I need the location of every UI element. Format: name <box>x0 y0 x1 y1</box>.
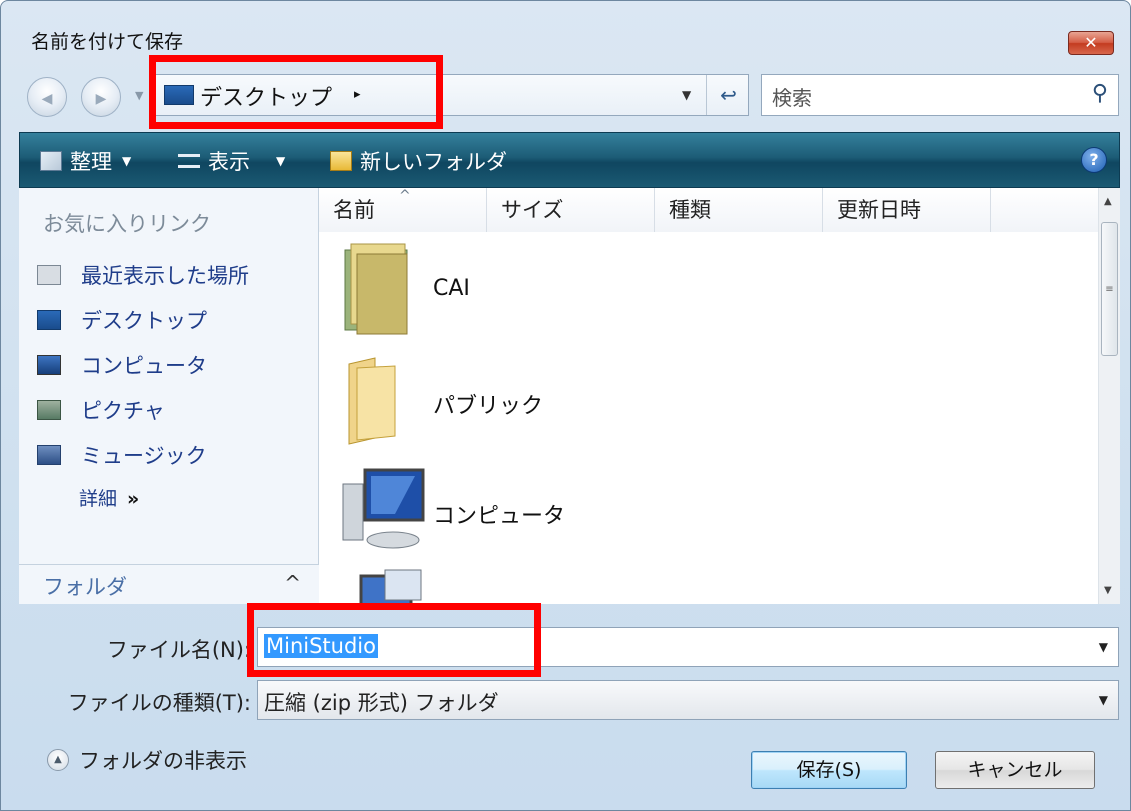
address-dropdown-icon[interactable]: ▼ <box>682 88 691 102</box>
forward-arrow-icon: ▶ <box>95 91 107 107</box>
folders-toggle[interactable]: フォルダ ^ <box>19 564 319 604</box>
sidebar-item-label: コンピュータ <box>81 354 207 378</box>
file-name: パブリック <box>433 394 544 419</box>
search-icon[interactable]: ⚲ <box>1092 81 1108 106</box>
filetype-value: 圧縮 (zip 形式) フォルダ <box>264 691 499 715</box>
refresh-button[interactable]: ↩ <box>706 75 750 115</box>
command-bar: 整理 ▼ 表示 ▼ 新しいフォルダ ? <box>19 132 1120 188</box>
collapse-up-icon: ▲ <box>47 749 69 771</box>
vertical-scrollbar[interactable]: ▲ ≡ ▼ <box>1098 188 1120 604</box>
forward-button[interactable]: ▶ <box>81 77 121 117</box>
sidebar-item-pictures[interactable]: ピクチャ <box>37 393 165 427</box>
cancel-button[interactable]: キャンセル <box>935 751 1095 789</box>
chevron-up-icon: ^ <box>284 571 301 595</box>
view-menu[interactable]: 表示 ▼ <box>178 146 285 176</box>
file-name: CAI <box>433 276 470 301</box>
column-header-name[interactable]: 名前 ^ <box>319 188 487 232</box>
scrollbar-thumb[interactable]: ≡ <box>1101 222 1118 356</box>
sidebar-item-desktop[interactable]: デスクトップ <box>37 303 207 337</box>
help-icon[interactable]: ? <box>1081 147 1107 173</box>
file-list: 名前 ^ サイズ 種類 更新日時 CAI パブリック コンピュータ ▲ ≡ ▼ <box>319 188 1120 604</box>
organize-icon <box>40 151 62 171</box>
highlight-box-filename <box>247 603 541 677</box>
highlight-box-address <box>149 55 443 129</box>
column-header-blank <box>991 188 1098 232</box>
column-header-label: 名前 <box>333 198 375 222</box>
search-input[interactable]: 検索 <box>772 82 812 111</box>
recent-places-icon <box>37 265 61 285</box>
window-title: 名前を付けて保存 <box>31 31 184 53</box>
sidebar-item-computer[interactable]: コンピュータ <box>37 348 207 382</box>
search-box[interactable]: 検索 ⚲ <box>761 74 1119 116</box>
more-links[interactable]: 詳細 » <box>79 484 139 511</box>
title-bar: 名前を付けて保存 ✕ <box>1 1 1130 63</box>
pictures-icon <box>37 400 61 420</box>
save-button[interactable]: 保存(S) <box>751 751 907 789</box>
new-folder-icon <box>330 151 352 171</box>
sort-arrow-icon: ^ <box>399 188 411 204</box>
sidebar-item-label: 最近表示した場所 <box>81 264 249 288</box>
view-icon <box>178 154 200 168</box>
favorite-links-header: お気に入りリンク <box>43 212 211 236</box>
sidebar-item-label: デスクトップ <box>81 309 207 333</box>
network-icon <box>359 569 422 604</box>
music-icon <box>37 445 61 465</box>
close-button[interactable]: ✕ <box>1068 31 1114 55</box>
list-item[interactable] <box>329 566 1089 604</box>
list-item[interactable]: パブリック <box>329 348 1089 458</box>
folder-icon <box>344 243 408 335</box>
column-header-size[interactable]: サイズ <box>487 188 655 232</box>
organize-menu[interactable]: 整理 ▼ <box>40 146 131 176</box>
chevron-down-icon[interactable]: ▼ <box>1099 693 1108 707</box>
desktop-icon <box>37 310 61 330</box>
file-name: コンピュータ <box>433 504 566 529</box>
new-folder-label: 新しいフォルダ <box>360 150 507 174</box>
recent-pages-dropdown[interactable]: ▼ <box>135 89 143 102</box>
organize-label: 整理 <box>70 150 112 174</box>
hide-folders-label: フォルダの非表示 <box>79 749 247 773</box>
more-label: 詳細 <box>79 488 118 510</box>
double-chevron-icon: » <box>127 488 140 510</box>
new-folder-button[interactable]: 新しいフォルダ <box>330 146 507 176</box>
sidebar-item-label: ミュージック <box>81 444 207 468</box>
view-label: 表示 <box>208 150 250 174</box>
save-as-dialog: 名前を付けて保存 ✕ ◀ ▶ ▼ デスクトップ ▸ ▼ ↩ 検索 ⚲ 整理 ▼ … <box>0 0 1131 811</box>
filetype-select[interactable]: 圧縮 (zip 形式) フォルダ ▼ <box>257 680 1119 720</box>
computer-icon <box>37 355 61 375</box>
folders-label: フォルダ <box>43 575 127 599</box>
scroll-down-icon[interactable]: ▼ <box>1104 585 1112 596</box>
sidebar-item-music[interactable]: ミュージック <box>37 438 207 472</box>
scroll-up-icon[interactable]: ▲ <box>1104 196 1112 207</box>
folder-icon <box>348 357 396 445</box>
chevron-down-icon: ▼ <box>122 154 132 168</box>
chevron-down-icon: ▼ <box>276 154 286 168</box>
filename-label: ファイル名(N): <box>106 638 251 662</box>
hide-folders-toggle[interactable]: ▲ フォルダの非表示 <box>47 745 247 775</box>
back-button[interactable]: ◀ <box>27 77 67 117</box>
column-header-type[interactable]: 種類 <box>655 188 823 232</box>
computer-icon <box>342 468 425 549</box>
back-arrow-icon: ◀ <box>41 91 53 107</box>
list-item[interactable]: CAI <box>329 240 1089 350</box>
navigation-pane: お気に入りリンク 最近表示した場所 デスクトップ コンピュータ ピクチャ ミュー… <box>19 188 319 604</box>
column-header-modified[interactable]: 更新日時 <box>823 188 991 232</box>
list-item[interactable]: コンピュータ <box>329 456 1089 566</box>
sidebar-item-recent-places[interactable]: 最近表示した場所 <box>37 258 249 292</box>
filetype-label: ファイルの種類(T): <box>67 691 251 715</box>
sidebar-item-label: ピクチャ <box>81 399 165 423</box>
chevron-down-icon[interactable]: ▼ <box>1099 640 1108 654</box>
